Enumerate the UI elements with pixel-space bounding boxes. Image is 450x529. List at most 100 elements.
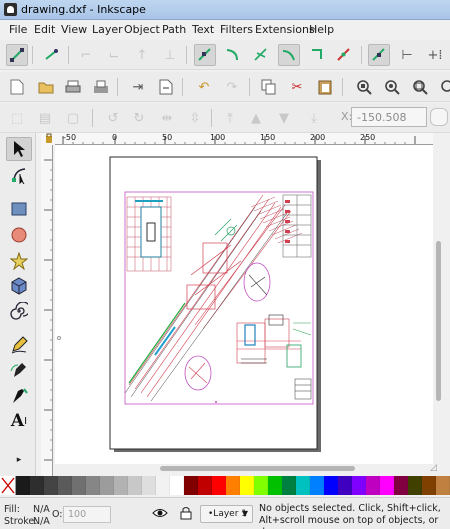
vertical-ruler[interactable] [41, 145, 53, 477]
import-icon[interactable] [90, 76, 112, 98]
flip-vertical-icon[interactable]: ⇳ [184, 107, 206, 129]
zoom-selection-icon[interactable] [353, 76, 375, 98]
menu-text[interactable]: Text [192, 23, 214, 36]
undo-icon[interactable]: ↶ [193, 76, 215, 98]
text-tool[interactable]: AI [6, 409, 32, 433]
color-swatch[interactable] [310, 476, 324, 495]
star-tool[interactable] [6, 249, 32, 273]
color-swatch[interactable] [226, 476, 240, 495]
vertical-scrollbar[interactable] [433, 145, 445, 466]
menu-view[interactable]: View [61, 23, 87, 36]
rotate-cw-icon[interactable]: ↻ [128, 107, 150, 129]
color-swatch[interactable] [114, 476, 128, 495]
menu-path[interactable]: Path [162, 23, 186, 36]
menu-help[interactable]: Help [309, 23, 334, 36]
color-swatch[interactable] [156, 476, 170, 495]
snap-page-icon[interactable]: +⁞ [424, 44, 446, 66]
color-swatch[interactable] [142, 476, 156, 495]
snap-bbox-corner-icon[interactable]: ⌙ [103, 44, 125, 66]
print-icon[interactable] [62, 76, 84, 98]
color-swatch[interactable] [16, 476, 30, 495]
color-swatch[interactable] [380, 476, 394, 495]
color-swatch[interactable] [352, 476, 366, 495]
zoom-page-width-icon[interactable] [435, 76, 450, 98]
color-swatch[interactable] [30, 476, 44, 495]
pencil-tool[interactable] [6, 333, 32, 357]
color-swatch[interactable] [338, 476, 352, 495]
menu-file[interactable]: File [9, 23, 27, 36]
lock-icon[interactable] [177, 504, 195, 522]
export-bitmap-icon[interactable] [155, 76, 177, 98]
selector-tool[interactable] [6, 137, 32, 161]
snap-nodes-toggle[interactable] [194, 44, 216, 66]
horizontal-ruler[interactable]: -50 0 50 100 150 200 250 [55, 133, 433, 145]
copy-icon[interactable] [258, 76, 280, 98]
color-swatch[interactable] [86, 476, 100, 495]
color-swatch[interactable] [436, 476, 450, 495]
snap-guide-icon[interactable]: ⊢ [396, 44, 418, 66]
new-document-icon[interactable] [6, 76, 28, 98]
color-swatch[interactable] [296, 476, 310, 495]
menu-layer[interactable]: Layer [92, 23, 123, 36]
snap-centers-toggle[interactable] [368, 44, 390, 66]
flip-horizontal-icon[interactable]: ⇹ [156, 107, 178, 129]
opacity-field[interactable]: 100 [63, 506, 111, 523]
visibility-eye-icon[interactable] [150, 504, 170, 522]
zoom-drawing-icon[interactable] [381, 76, 403, 98]
rotate-ccw-icon[interactable]: ↺ [102, 107, 124, 129]
snap-bbox-edge-icon[interactable]: ⌐ [75, 44, 97, 66]
snap-bbox-midpoint-icon[interactable]: ↑ [131, 44, 153, 66]
snap-midpoints-icon[interactable] [333, 44, 355, 66]
vertical-scroll-thumb[interactable] [436, 241, 441, 401]
redo-icon[interactable]: ↷ [221, 76, 243, 98]
zoom-page-icon[interactable] [409, 76, 431, 98]
ellipse-tool[interactable] [6, 223, 32, 247]
snap-smooth-nodes-icon[interactable] [306, 44, 328, 66]
color-swatch[interactable] [268, 476, 282, 495]
calligraphy-tool[interactable] [6, 384, 32, 408]
color-swatch[interactable] [394, 476, 408, 495]
snap-node-toggle[interactable] [6, 44, 28, 66]
menu-filters[interactable]: Filters [220, 23, 253, 36]
drawing-canvas[interactable] [55, 145, 433, 466]
menu-edit[interactable]: Edit [34, 23, 55, 36]
color-swatch[interactable] [100, 476, 114, 495]
horizontal-scroll-thumb[interactable] [160, 466, 355, 471]
x-coordinate-field[interactable]: -150.508 [351, 107, 427, 127]
color-swatch[interactable] [324, 476, 338, 495]
snap-bbox-icon[interactable] [41, 44, 63, 66]
color-swatch[interactable] [198, 476, 212, 495]
node-tool[interactable] [6, 163, 32, 187]
snap-path-icon[interactable] [222, 44, 244, 66]
export-icon[interactable]: ⇥ [127, 76, 149, 98]
paste-icon[interactable] [314, 76, 336, 98]
toolbox-more-icon[interactable]: ▸ [6, 453, 32, 467]
color-swatch[interactable] [212, 476, 226, 495]
menu-extensions[interactable]: Extensions [255, 23, 315, 36]
color-swatch[interactable] [366, 476, 380, 495]
select-all-layers-icon[interactable]: ▤ [34, 107, 56, 129]
color-swatch[interactable] [408, 476, 422, 495]
pen-tool[interactable] [6, 358, 32, 382]
color-swatch[interactable] [240, 476, 254, 495]
color-swatch[interactable] [58, 476, 72, 495]
stroke-value[interactable]: N/A [33, 516, 50, 527]
color-swatch[interactable] [422, 476, 436, 495]
open-document-icon[interactable] [35, 76, 57, 98]
color-swatch[interactable] [44, 476, 58, 495]
raise-icon[interactable]: ▲ [245, 107, 267, 129]
color-swatch[interactable] [254, 476, 268, 495]
rectangle-tool[interactable] [6, 197, 32, 221]
color-swatch[interactable] [282, 476, 296, 495]
menu-object[interactable]: Object [124, 23, 160, 36]
cut-icon[interactable]: ✂ [286, 76, 308, 98]
color-swatch[interactable] [72, 476, 86, 495]
raise-to-top-icon[interactable]: ⤒ [219, 107, 241, 129]
select-all-icon[interactable]: ⬚ [6, 107, 28, 129]
snap-path-intersection-icon[interactable] [250, 44, 272, 66]
lower-to-bottom-icon[interactable]: ⤓ [303, 107, 325, 129]
color-swatch[interactable] [128, 476, 142, 495]
color-swatch[interactable] [184, 476, 198, 495]
no-paint-swatch[interactable] [0, 476, 16, 495]
fill-value[interactable]: N/A [33, 504, 50, 515]
